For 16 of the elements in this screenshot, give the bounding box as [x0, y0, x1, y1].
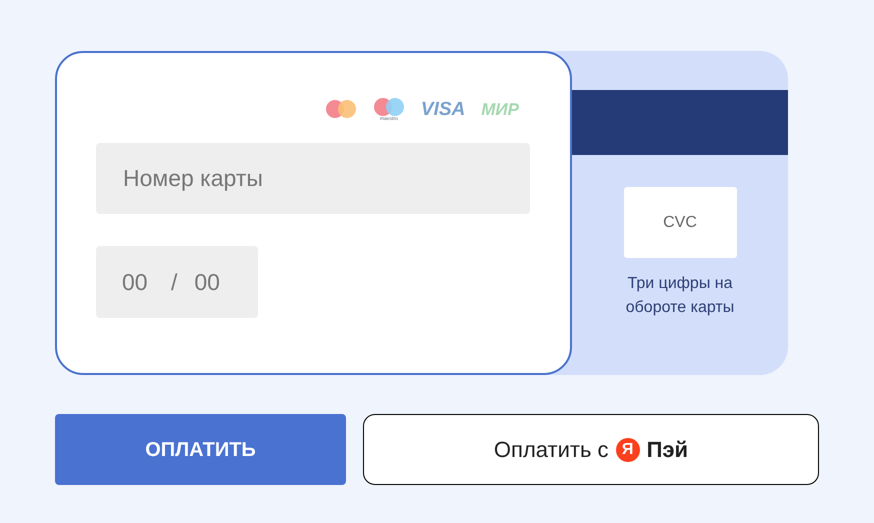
date-separator: / [171, 268, 178, 297]
button-label: Оплатить с [494, 436, 609, 464]
yandex-pay-button[interactable]: Оплатить с Я Пэй [363, 414, 819, 485]
cvc-field[interactable]: CVC [624, 187, 736, 258]
yandex-logo: Я [616, 438, 640, 462]
brand-logo: МИР [481, 100, 519, 118]
brand-name: Пэй [646, 436, 688, 464]
card-number-field[interactable]: Номер карты [96, 143, 530, 214]
cvc-hint: Три цифры на обороте карты [624, 274, 736, 318]
brand-logo: VISA [420, 100, 466, 118]
month-input[interactable]: 00 [122, 264, 154, 300]
year-input[interactable]: 00 [194, 264, 226, 300]
pay-button[interactable]: ОПЛАТИТЬ [55, 414, 346, 485]
card-brand-icon [324, 99, 357, 119]
card-brand-icon [372, 96, 405, 116]
expiry-field[interactable]: 00 / 00 [96, 246, 258, 318]
